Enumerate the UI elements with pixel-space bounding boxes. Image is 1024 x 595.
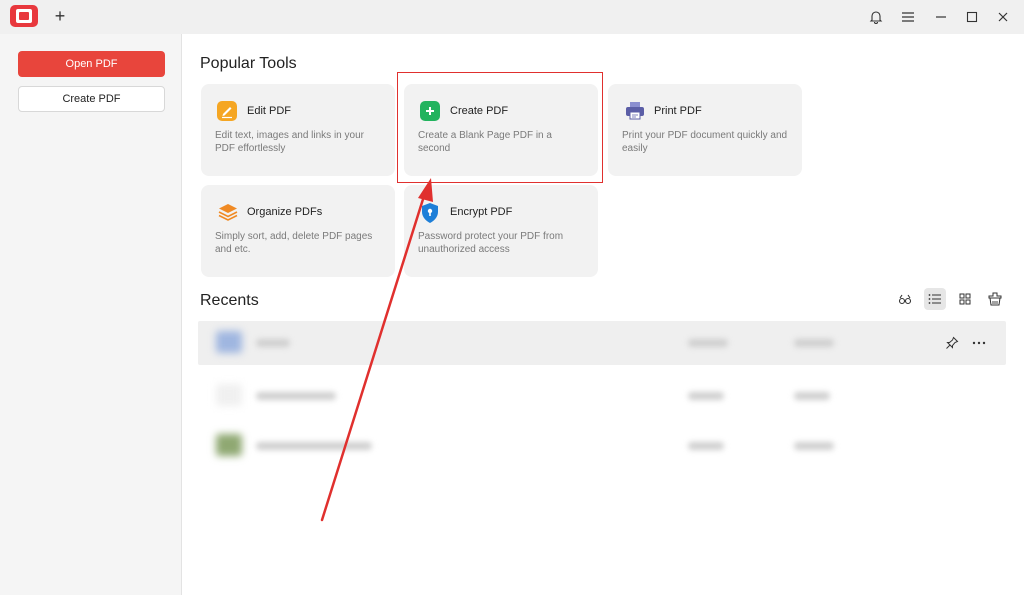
arrow-head	[418, 178, 433, 202]
annotation-arrow	[320, 178, 433, 522]
